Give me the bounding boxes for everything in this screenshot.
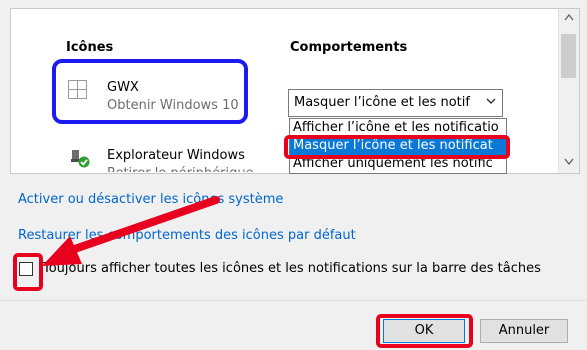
windows-logo-icon [68,80,87,103]
scroll-down-icon[interactable] [564,157,574,168]
row-subtitle-gwx: Obtenir Windows 10 [107,98,239,113]
behavior-select[interactable]: Masquer l’icône et les notif [288,89,503,117]
always-show-checkbox[interactable] [19,262,33,276]
usb-safely-remove-icon [68,148,90,172]
ok-button[interactable]: OK [383,319,465,343]
divider [0,300,587,301]
highlight-frame-hide-option [284,135,510,159]
scroll-thumb[interactable] [561,34,576,78]
cancel-button[interactable]: Annuler [480,319,568,343]
column-header-icons: Icônes [66,40,114,55]
behavior-select-value: Masquer l’icône et les notif [294,95,470,110]
chevron-down-icon [486,94,496,108]
row-title-explorer: Explorateur Windows [107,148,245,163]
red-arrow-annotation [42,196,220,266]
column-header-behaviors: Comportements [290,40,408,55]
scroll-up-icon[interactable] [564,13,574,24]
row-title-gwx: GWX [107,80,139,95]
list-scrollbar[interactable] [558,9,579,173]
row-subtitle-explorer: Retirer le périphérique [107,166,254,172]
